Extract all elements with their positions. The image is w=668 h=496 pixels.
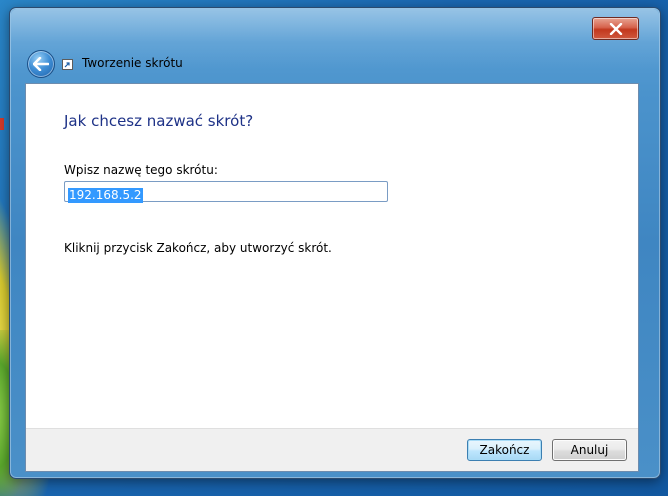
close-icon xyxy=(609,22,622,35)
shortcut-icon xyxy=(62,59,73,70)
back-button[interactable] xyxy=(27,50,55,78)
page-heading: Jak chcesz nazwać skrót? xyxy=(64,112,254,130)
create-shortcut-dialog: Tworzenie skrótu Jak chcesz nazwać skrót… xyxy=(9,7,661,479)
wizard-content: Jak chcesz nazwać skrót? Wpisz nazwę teg… xyxy=(26,84,638,429)
desktop-wallpaper-detail xyxy=(0,118,4,130)
dialog-client-area: Jak chcesz nazwać skrót? Wpisz nazwę teg… xyxy=(25,83,639,472)
close-button[interactable] xyxy=(592,17,639,40)
shortcut-name-value: 192.168.5.2 xyxy=(68,188,143,203)
window-title: Tworzenie skrótu xyxy=(82,56,183,70)
cancel-button[interactable]: Anuluj xyxy=(552,439,627,461)
back-arrow-icon xyxy=(33,57,49,71)
shortcut-name-label: Wpisz nazwę tego skrótu: xyxy=(64,163,218,177)
dialog-footer: Zakończ Anuluj xyxy=(26,428,638,471)
shortcut-name-input[interactable]: 192.168.5.2 xyxy=(64,181,388,203)
finish-button[interactable]: Zakończ xyxy=(467,439,542,461)
instruction-text: Kliknij przycisk Zakończ, aby utworzyć s… xyxy=(64,241,332,255)
